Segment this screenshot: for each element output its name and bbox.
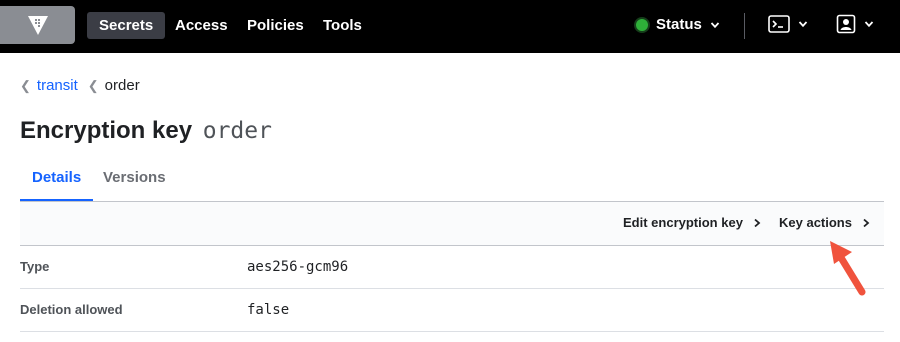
- edit-encryption-key-button[interactable]: Edit encryption key: [623, 215, 761, 230]
- breadcrumb-current: order: [104, 77, 140, 94]
- nav-item-tools[interactable]: Tools: [311, 12, 374, 39]
- tab-versions[interactable]: Versions: [91, 164, 178, 202]
- tab-details[interactable]: Details: [20, 164, 94, 202]
- nav-item-policies[interactable]: Policies: [235, 12, 316, 39]
- chevron-right-icon: [863, 218, 870, 227]
- user-icon: [836, 14, 856, 34]
- nav-item-secrets[interactable]: Secrets: [87, 12, 166, 39]
- chevron-down-icon: [798, 21, 808, 28]
- nav-divider: [744, 13, 745, 39]
- edit-encryption-key-label: Edit encryption key: [623, 215, 743, 230]
- top-navigation: Secrets Access Policies Tools Status: [0, 0, 900, 53]
- vault-logo-icon: [27, 16, 48, 35]
- terminal-icon: [768, 15, 790, 33]
- row-label: Type: [20, 259, 50, 274]
- toolbar: Edit encryption key Key actions: [20, 201, 884, 246]
- info-row-type: Type aes256-gcm96: [20, 246, 884, 289]
- chevron-right-icon: [754, 218, 761, 227]
- row-value: false: [247, 302, 290, 318]
- breadcrumb: ❮ transit ❮ order: [20, 77, 140, 94]
- tab-bar: Details Versions: [20, 164, 884, 202]
- page-title-key-name: order: [202, 118, 272, 144]
- key-actions-button[interactable]: Key actions: [779, 215, 870, 230]
- page-title: Encryption key order: [20, 117, 272, 145]
- page-title-prefix: Encryption key: [20, 117, 193, 144]
- user-menu-button[interactable]: [836, 14, 874, 34]
- status-label: Status: [656, 16, 702, 33]
- info-row-deletion-allowed: Deletion allowed false: [20, 289, 884, 332]
- breadcrumb-link-transit[interactable]: transit: [37, 77, 78, 94]
- annotation-arrow-icon: [830, 241, 866, 296]
- nav-item-access[interactable]: Access: [163, 12, 240, 39]
- chevron-down-icon: [710, 22, 720, 29]
- status-menu[interactable]: Status: [636, 13, 720, 37]
- row-value: aes256-gcm96: [247, 259, 349, 275]
- key-actions-label: Key actions: [779, 215, 852, 230]
- breadcrumb-separator-icon: ❮: [20, 77, 31, 93]
- breadcrumb-separator-icon: ❮: [87, 77, 99, 93]
- status-indicator-icon: [636, 19, 648, 31]
- console-toggle-button[interactable]: [768, 14, 808, 34]
- row-label: Deletion allowed: [20, 302, 123, 317]
- vault-logo[interactable]: [0, 6, 75, 44]
- chevron-down-icon: [864, 21, 874, 28]
